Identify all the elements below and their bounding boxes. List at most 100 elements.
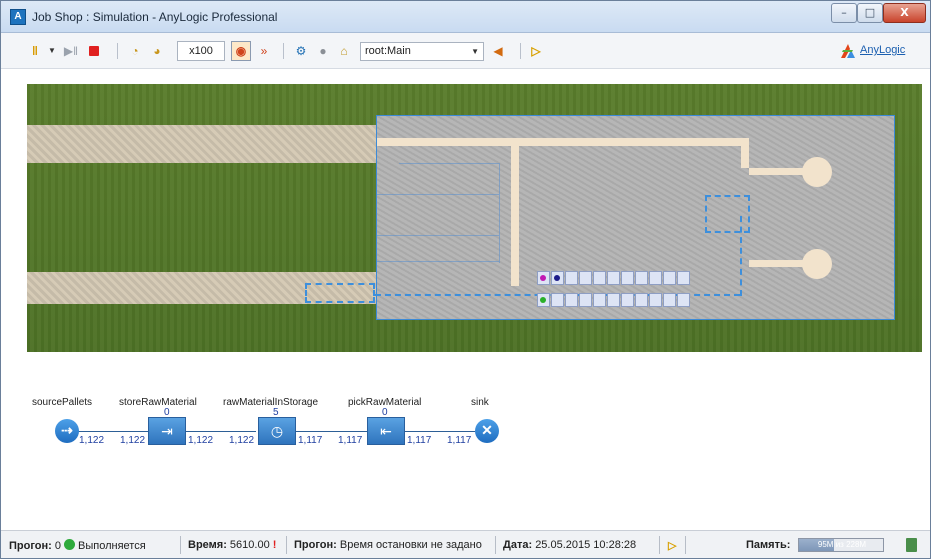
pallet-agent: [540, 297, 546, 303]
chevron-down-icon[interactable]: ▼: [47, 42, 57, 60]
link-count: 1,122: [188, 435, 214, 446]
network-path: [741, 138, 749, 168]
status-bar: Прогон: 0 Выполняется Время: 5610.00 ! Пр…: [1, 530, 930, 558]
title-bar: A Job Shop : Simulation - AnyLogic Profe…: [1, 1, 930, 33]
developer-panel-icon[interactable]: ▷: [529, 42, 543, 60]
run-number: 0: [54, 540, 61, 552]
model-animation[interactable]: [27, 84, 922, 352]
anylogic-link[interactable]: AnyLogic: [860, 44, 905, 56]
link-count: 1,117: [407, 435, 432, 446]
run-status: Прогон: 0 Выполняется: [9, 539, 146, 552]
status-divider: [495, 536, 496, 554]
road-top: [27, 125, 376, 163]
node-label-storerawmaterial: storeRawMaterial: [119, 397, 197, 408]
realtime-mode-icon[interactable]: ◉: [231, 41, 251, 61]
anylogic-logo-icon: [841, 44, 855, 58]
network-path: [511, 146, 519, 286]
link-count: 1,117: [447, 435, 472, 446]
status-divider: [685, 536, 686, 554]
storage-area: [705, 195, 750, 233]
stop-value: Время остановки не задано: [339, 539, 482, 551]
app-window: A Job Shop : Simulation - AnyLogic Profe…: [0, 0, 931, 559]
stop-icon[interactable]: [89, 46, 99, 56]
node-label-sink: sink: [471, 397, 489, 408]
toolbar-divider: [520, 43, 521, 59]
date-value: 25.05.2015 10:28:28: [535, 539, 637, 551]
anylogic-app-icon: A: [10, 9, 26, 25]
speed-field[interactable]: x100: [177, 41, 225, 61]
slow-down-icon[interactable]: ◔: [127, 42, 143, 60]
pause-icon[interactable]: ‖: [28, 42, 42, 60]
run-state: Выполняется: [78, 540, 146, 552]
network-node: [802, 249, 832, 279]
network-node: [802, 157, 832, 187]
sink-block-icon[interactable]: ✕: [475, 419, 499, 443]
time-value: 5610.00: [229, 539, 270, 551]
grid-line: [499, 163, 500, 263]
window-title: Job Shop : Simulation - AnyLogic Profess…: [32, 10, 278, 24]
pick-block-icon[interactable]: ⇤: [367, 417, 405, 445]
status-divider: [180, 536, 181, 554]
link-count: 1,122: [79, 435, 105, 446]
grid-line: [377, 194, 499, 195]
connector: [78, 431, 148, 432]
warning-icon: !: [272, 539, 277, 551]
camera-icon[interactable]: ●: [315, 42, 331, 60]
status-divider: [286, 536, 287, 554]
trash-icon[interactable]: [906, 538, 917, 552]
status-divider: [659, 536, 660, 554]
warehouse-floor: [305, 115, 895, 320]
toolbar: ‖ ▼ ▶‖ ◔ ◕ x100 ◉ » ⚙ ● ⌂ root:Main ▼ ◀ …: [1, 33, 930, 69]
navigation-select-value: root:Main: [365, 45, 411, 57]
run-label: Прогон:: [9, 540, 52, 552]
navigation-select[interactable]: root:Main ▼: [360, 42, 484, 61]
time-label: Время:: [188, 539, 227, 551]
pickup-area: [305, 283, 375, 303]
node-label-rawmaterialinstorage: rawMaterialInStorage: [223, 397, 319, 408]
stop-label: Прогон:: [294, 539, 337, 551]
stop-time-status: Прогон: Время остановки не задано: [294, 539, 482, 551]
rack-row: [537, 293, 691, 307]
memory-used: 95M: [817, 540, 834, 549]
close-button[interactable]: X: [883, 3, 926, 23]
minimize-button[interactable]: –: [831, 3, 857, 23]
running-icon: [64, 539, 75, 550]
node-label-sourcepallets: sourcePallets: [32, 397, 93, 408]
source-block-icon[interactable]: ⇢: [55, 419, 79, 443]
rack-row: [537, 271, 691, 285]
link-count: 1,117: [338, 435, 363, 446]
grid-line: [377, 235, 499, 236]
network-path: [749, 168, 807, 175]
network-path: [377, 138, 749, 146]
gear-icon[interactable]: ⚙: [293, 42, 309, 60]
date-status: Дата: 25.05.2015 10:28:28: [503, 539, 636, 551]
memory-bar-text: 95M из 228M: [801, 539, 883, 551]
developer-panel-icon[interactable]: ▷: [668, 539, 676, 552]
pallet-agent: [540, 275, 546, 281]
pallet-agent: [554, 275, 560, 281]
fast-forward-icon[interactable]: »: [255, 42, 273, 60]
delay-block-icon[interactable]: ◷: [258, 417, 296, 445]
memory-label: Память:: [746, 539, 791, 551]
connector: [186, 431, 256, 432]
store-block-icon[interactable]: ⇥: [148, 417, 186, 445]
connector: [296, 431, 367, 432]
link-count: 1,122: [120, 435, 146, 446]
navigate-back-icon[interactable]: ◀: [489, 42, 507, 60]
link-count: 1,117: [298, 435, 323, 446]
memory-total: из 228M: [835, 540, 867, 549]
date-label: Дата:: [503, 539, 533, 551]
network-path: [749, 260, 807, 267]
grid-line: [377, 261, 499, 262]
speed-up-icon[interactable]: ◕: [149, 42, 165, 60]
toolbar-divider: [283, 43, 284, 59]
maximize-button[interactable]: □: [857, 3, 883, 23]
memory-bar: 95M из 228M: [798, 538, 884, 552]
toolbar-divider: [117, 43, 118, 59]
time-status: Время: 5610.00 !: [188, 539, 276, 551]
navigate-icon[interactable]: ⌂: [336, 42, 352, 60]
step-icon[interactable]: ▶‖: [63, 42, 79, 60]
memory-status: Память:: [746, 539, 790, 551]
link-count: 1,122: [229, 435, 255, 446]
connector: [405, 431, 475, 432]
